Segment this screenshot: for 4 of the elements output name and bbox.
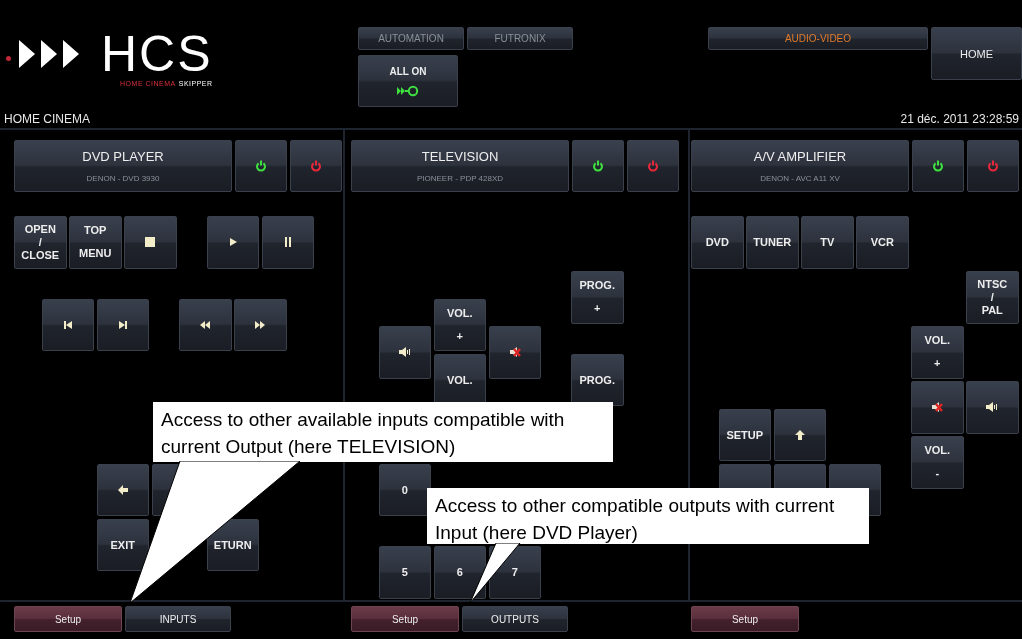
location-label: HOME CINEMA: [4, 112, 90, 128]
date-time: 21 déc. 2011 23:28:59: [900, 112, 1019, 128]
callout-tooltip: Access to other available inputs compatible with current Output (here TELEVISION): [153, 402, 613, 462]
logo-text: HCS: [101, 29, 213, 78]
